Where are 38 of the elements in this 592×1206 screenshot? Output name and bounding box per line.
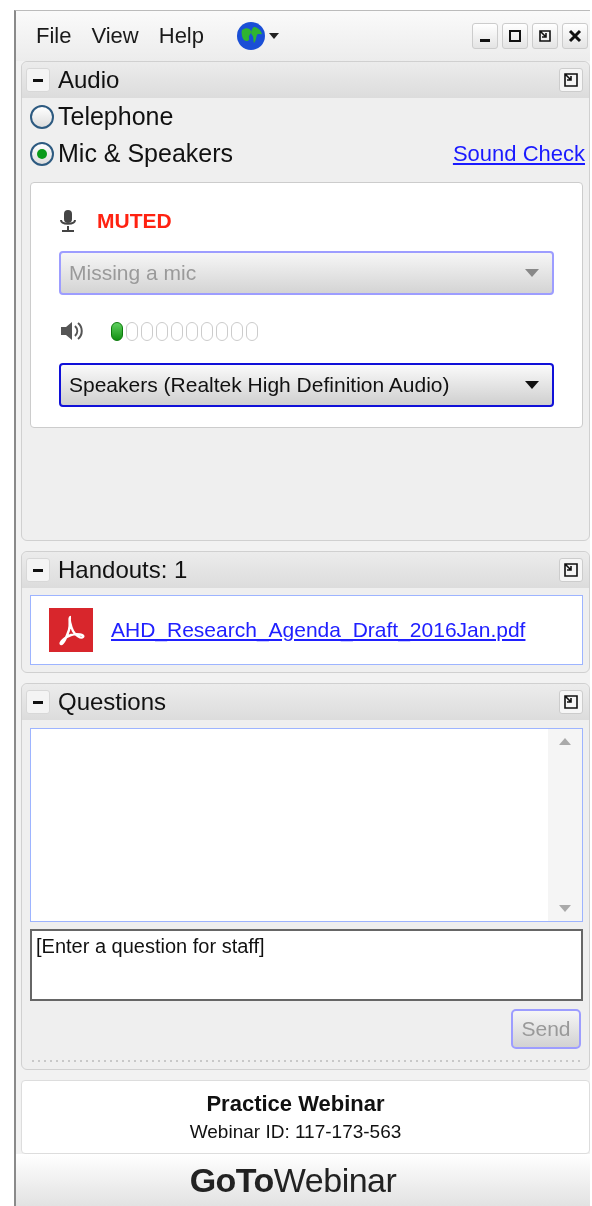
caret-icon[interactable] bbox=[268, 32, 280, 40]
globe-icon[interactable] bbox=[236, 21, 266, 51]
popout-button[interactable] bbox=[559, 68, 583, 92]
dropdown-arrow-icon bbox=[524, 380, 540, 390]
pdf-icon bbox=[49, 608, 93, 652]
webinar-title: Practice Webinar bbox=[206, 1091, 385, 1117]
mic-status: MUTED bbox=[97, 209, 172, 233]
handout-item[interactable]: AHD_Research_Agenda_Draft_2016Jan.pdf bbox=[30, 595, 583, 665]
panel-title: Handouts: 1 bbox=[58, 556, 188, 584]
popout-icon bbox=[564, 695, 578, 709]
maximize-icon[interactable] bbox=[507, 28, 523, 44]
menu-item[interactable]: File bbox=[36, 23, 72, 49]
speaker-icon bbox=[59, 320, 85, 342]
collapse-button[interactable] bbox=[26, 558, 50, 582]
menu-item[interactable]: Help bbox=[158, 23, 204, 49]
dropdown-arrow-icon bbox=[524, 268, 540, 278]
popout-button[interactable] bbox=[559, 690, 583, 714]
radio-button[interactable] bbox=[30, 141, 54, 166]
speaker-dropdown[interactable]: Speakers (Realtek High Definition Audio) bbox=[59, 363, 554, 407]
sound-check-link[interactable]: Sound Check bbox=[452, 140, 585, 167]
popout-icon bbox=[564, 563, 578, 577]
radio-label[interactable]: Telephone bbox=[58, 102, 174, 131]
popout-icon bbox=[564, 73, 578, 87]
menu-item[interactable]: View bbox=[91, 23, 139, 49]
panel-title: Audio bbox=[58, 66, 120, 94]
question-input[interactable]: [Enter a question for staff] bbox=[30, 929, 583, 1001]
collapse-button[interactable] bbox=[26, 68, 50, 92]
file-link[interactable]: AHD_Research_Agenda_Draft_2016Jan.pdf bbox=[111, 618, 526, 642]
webinar-id: Webinar ID: 117-173-563 bbox=[189, 1121, 402, 1143]
collapse-button[interactable] bbox=[26, 690, 50, 714]
close-icon[interactable] bbox=[567, 28, 583, 44]
restore-icon[interactable] bbox=[537, 28, 553, 44]
popout-button[interactable] bbox=[559, 558, 583, 582]
radio-label[interactable]: Mic & Speakers bbox=[58, 139, 234, 168]
brand-logo: GoToWebinar bbox=[189, 1160, 397, 1200]
microphone-icon bbox=[59, 209, 77, 233]
radio-button[interactable] bbox=[30, 104, 54, 129]
panel-title: Questions bbox=[58, 688, 167, 716]
